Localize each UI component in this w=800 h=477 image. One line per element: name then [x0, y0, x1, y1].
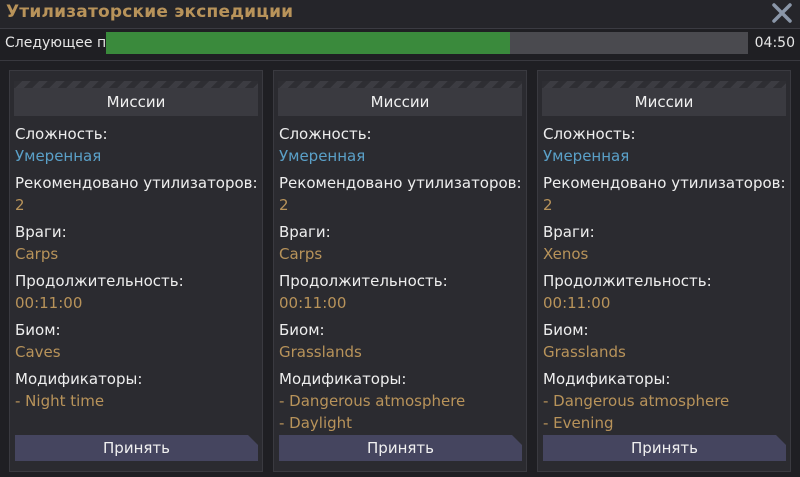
difficulty-value: Умеренная — [279, 147, 366, 165]
biome-label: Биом: — [15, 321, 61, 339]
recommended-value: 2 — [279, 196, 289, 214]
salvage-expeditions-window: Утилизаторские экспедиции Следующее п 04… — [0, 0, 800, 477]
accept-button[interactable]: Принять — [15, 435, 258, 461]
recommended-value: 2 — [543, 196, 553, 214]
difficulty-label: Сложность: — [279, 125, 372, 143]
mission-card: Миссии Сложность: Умеренная Рекомендован… — [273, 70, 527, 472]
close-icon[interactable] — [770, 1, 794, 25]
mission-card-header: Миссии — [14, 88, 258, 116]
difficulty-label: Сложность: — [15, 125, 108, 143]
biome-value: Grasslands — [543, 343, 626, 361]
difficulty-value: Умеренная — [543, 147, 630, 165]
mission-card-header: Миссии — [542, 88, 786, 116]
window-title: Утилизаторские экспедиции — [6, 2, 294, 22]
mission-card-body: Сложность: Умеренная Рекомендовано утили… — [15, 123, 259, 412]
recommended-value: 2 — [15, 196, 25, 214]
enemies-value: Carps — [15, 245, 59, 263]
duration-value: 00:11:00 — [279, 294, 347, 312]
next-mission-progress: Следующее п 04:50 — [0, 29, 800, 57]
modifiers-label: Модификаторы: — [543, 370, 671, 388]
enemies-label: Враги: — [15, 223, 67, 241]
enemies-value: Xenos — [543, 245, 589, 263]
title-bar: Утилизаторские экспедиции — [0, 0, 800, 29]
biome-label: Биом: — [279, 321, 325, 339]
mission-card-header: Миссии — [278, 88, 522, 116]
mission-cards: Миссии Сложность: Умеренная Рекомендован… — [0, 70, 800, 477]
duration-label: Продолжительность: — [543, 272, 712, 290]
enemies-label: Враги: — [543, 223, 595, 241]
progress-bar — [106, 32, 748, 54]
accept-button[interactable]: Принять — [279, 435, 522, 461]
duration-value: 00:11:00 — [543, 294, 611, 312]
mission-card-body: Сложность: Умеренная Рекомендовано утили… — [543, 123, 787, 434]
duration-label: Продолжительность: — [279, 272, 448, 290]
recommended-label: Рекомендовано утилизаторов: — [279, 174, 522, 192]
progress-label: Следующее п — [5, 35, 105, 51]
recommended-label: Рекомендовано утилизаторов: — [15, 174, 258, 192]
difficulty-label: Сложность: — [543, 125, 636, 143]
accept-button[interactable]: Принять — [543, 435, 786, 461]
divider — [0, 60, 800, 61]
biome-value: Caves — [15, 343, 61, 361]
mission-card: Миссии Сложность: Умеренная Рекомендован… — [537, 70, 791, 472]
biome-label: Биом: — [543, 321, 589, 339]
mission-card-body: Сложность: Умеренная Рекомендовано утили… — [279, 123, 523, 434]
biome-value: Grasslands — [279, 343, 362, 361]
duration-label: Продолжительность: — [15, 272, 184, 290]
difficulty-value: Умеренная — [15, 147, 102, 165]
modifiers-label: Модификаторы: — [279, 370, 407, 388]
enemies-label: Враги: — [279, 223, 331, 241]
modifier-item: - Dangerous atmosphere — [543, 392, 730, 410]
progress-time: 04:50 — [754, 35, 795, 51]
modifier-item: - Daylight — [279, 414, 353, 432]
progress-bar-fill — [106, 32, 511, 54]
enemies-value: Carps — [279, 245, 323, 263]
recommended-label: Рекомендовано утилизаторов: — [543, 174, 786, 192]
mission-card: Миссии Сложность: Умеренная Рекомендован… — [9, 70, 263, 472]
modifier-item: - Evening — [543, 414, 614, 432]
modifiers-label: Модификаторы: — [15, 370, 143, 388]
modifier-item: - Dangerous atmosphere — [279, 392, 466, 410]
modifier-item: - Night time — [15, 392, 105, 410]
duration-value: 00:11:00 — [15, 294, 83, 312]
